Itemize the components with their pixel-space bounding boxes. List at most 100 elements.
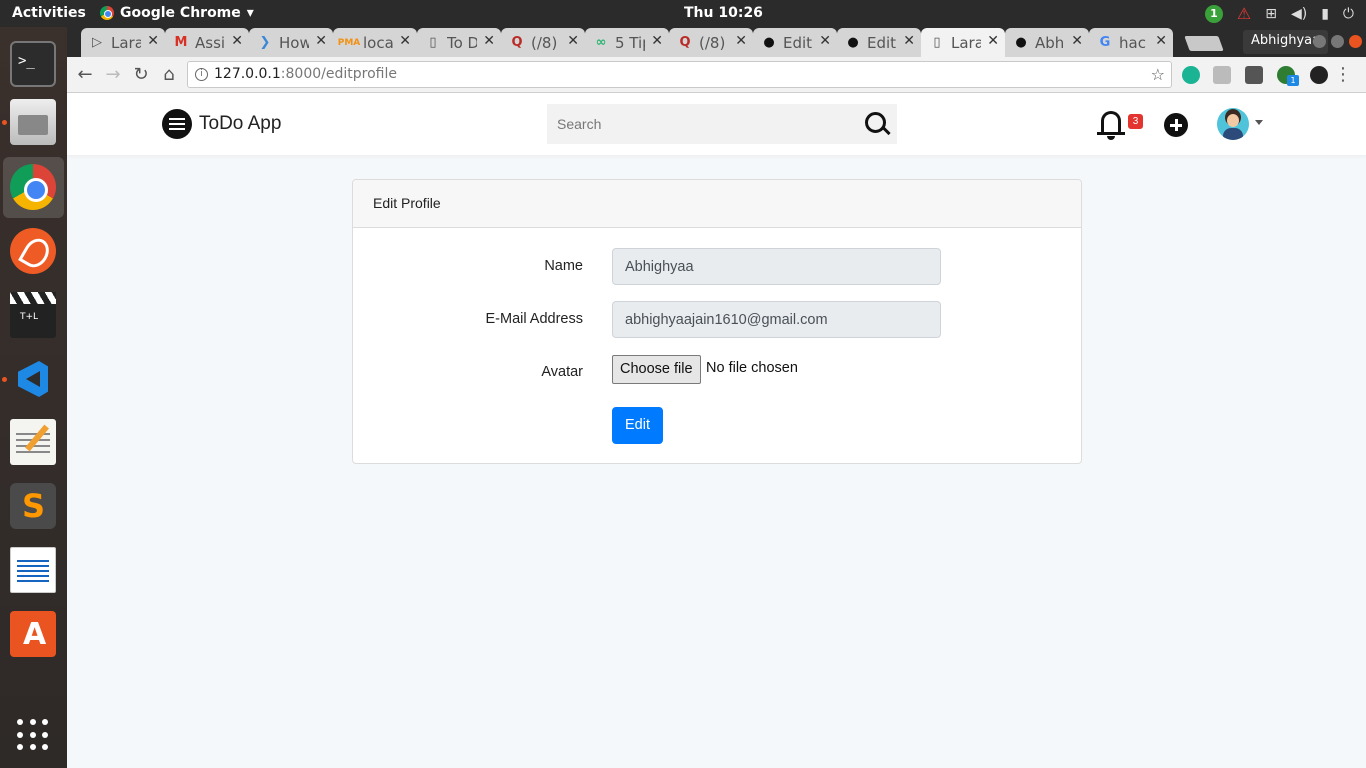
app-menu-label: Google Chrome [120, 5, 241, 21]
system-clock[interactable]: Thu 10:26 [684, 5, 763, 21]
show-applications-icon[interactable] [17, 719, 49, 751]
user-avatar[interactable] [1217, 108, 1249, 140]
browser-tab[interactable]: Q (/8) ✕ [669, 28, 753, 57]
close-tab-icon[interactable]: ✕ [315, 33, 327, 49]
browser-tab-active[interactable]: ▯ Lara ✕ [921, 28, 1005, 57]
search-icon[interactable] [863, 110, 891, 138]
caret-down-icon[interactable] [1255, 120, 1263, 125]
text-editor-icon[interactable] [10, 419, 56, 465]
terminal-icon[interactable]: >_ [10, 41, 56, 87]
app-navbar: ToDo App 3 [67, 93, 1366, 155]
tab-title: Edit [783, 33, 813, 52]
email-label: E-Mail Address [485, 311, 583, 327]
extension-m-icon[interactable] [1182, 66, 1200, 84]
update-indicator[interactable]: 1 [1204, 4, 1223, 23]
home-icon[interactable]: ⌂ [157, 63, 181, 87]
extension-chat-icon[interactable] [1310, 66, 1328, 84]
browser-tab[interactable]: ▯ To D ✕ [417, 28, 501, 57]
close-tab-icon[interactable]: ✕ [651, 33, 663, 49]
extension-badge: 1 [1287, 75, 1299, 86]
sublime-text-icon[interactable] [10, 483, 56, 529]
browser-tab[interactable]: ▷ Lara ✕ [81, 28, 165, 57]
browser-tab[interactable]: PMA loca ✕ [333, 28, 417, 57]
close-tab-icon[interactable]: ✕ [399, 33, 411, 49]
url-host: 127.0.0.1 [214, 66, 281, 82]
tab-title: Lara [951, 33, 981, 52]
bell-icon[interactable] [1097, 109, 1127, 141]
avatar-row: Avatar Choose file No file chosen [353, 354, 1083, 391]
browser-tab[interactable]: ● Edit ✕ [837, 28, 921, 57]
browser-tab[interactable]: ❯ How ✕ [249, 28, 333, 57]
battery-icon[interactable]: ▮ [1321, 6, 1329, 22]
volume-icon[interactable]: ◀) [1291, 6, 1307, 22]
card-title: Edit Profile [353, 180, 1081, 228]
maximize-icon[interactable] [1331, 35, 1344, 48]
name-field[interactable] [612, 248, 941, 285]
email-field[interactable] [612, 301, 941, 338]
notification-count-badge: 3 [1128, 114, 1143, 129]
power-icon[interactable]: ⏻ [1343, 6, 1354, 22]
browser-tab[interactable]: ● Edit ✕ [753, 28, 837, 57]
browser-toolbar: ← → ↻ ⌂ i 127.0.0.1:8000/editprofile ☆ 1… [67, 57, 1366, 93]
close-window-icon[interactable] [1349, 35, 1362, 48]
google-icon: G [1099, 35, 1111, 50]
app-menu[interactable]: Google Chrome ▾ [100, 5, 254, 21]
search-input[interactable] [547, 104, 847, 144]
laravel-icon: ▷ [92, 35, 102, 50]
hamburger-menu-icon[interactable] [162, 109, 192, 139]
close-tab-icon[interactable]: ✕ [903, 33, 915, 49]
address-bar[interactable]: i 127.0.0.1:8000/editprofile ☆ [187, 61, 1172, 88]
tab-title: Assi [195, 33, 225, 52]
edit-profile-card: Edit Profile Name E-Mail Address Avatar … [352, 179, 1082, 464]
bookmark-star-icon[interactable]: ☆ [1151, 62, 1165, 87]
close-tab-icon[interactable]: ✕ [819, 33, 831, 49]
browser-tab[interactable]: ∞ 5 Tip ✕ [585, 28, 669, 57]
close-tab-icon[interactable]: ✕ [735, 33, 747, 49]
site-info-icon[interactable]: i [195, 68, 208, 81]
close-tab-icon[interactable]: ✕ [147, 33, 159, 49]
choose-file-button[interactable]: Choose file [612, 355, 701, 384]
extension-mail-icon[interactable] [1213, 66, 1231, 84]
browser-tab-strip: ▷ Lara ✕ M Assi ✕ ❯ How ✕ PMA loca ✕ ▯ T… [67, 27, 1366, 57]
close-tab-icon[interactable]: ✕ [483, 33, 495, 49]
files-icon[interactable] [10, 99, 56, 145]
close-tab-icon[interactable]: ✕ [1071, 33, 1083, 49]
url-path: :8000/editprofile [280, 66, 397, 82]
software-center-icon[interactable] [10, 611, 56, 657]
add-task-icon[interactable] [1164, 113, 1188, 137]
close-tab-icon[interactable]: ✕ [987, 33, 999, 49]
close-tab-icon[interactable]: ✕ [1155, 33, 1167, 49]
tab-title: (/8) [531, 33, 558, 52]
page-icon: ▯ [429, 35, 437, 50]
browser-tab[interactable]: M Assi ✕ [165, 28, 249, 57]
tab-title: Edit [867, 33, 897, 52]
video-editor-icon[interactable] [10, 292, 56, 338]
extension-lightbulb-icon[interactable] [1245, 66, 1263, 84]
file-status-text: No file chosen [706, 360, 798, 376]
tab-title: How [279, 33, 309, 52]
tab-title: (/8) [699, 33, 726, 52]
postman-icon[interactable] [10, 228, 56, 274]
network-icon[interactable]: ⊞ [1265, 6, 1277, 22]
minimize-icon[interactable] [1313, 35, 1326, 48]
chrome-icon[interactable] [10, 164, 56, 210]
email-row: E-Mail Address [353, 301, 1083, 338]
warning-icon[interactable]: ⚠ [1237, 4, 1251, 23]
chevron-down-icon: ▾ [246, 5, 254, 21]
back-icon[interactable]: ← [73, 63, 97, 87]
chrome-menu-icon[interactable]: ⋮ [1334, 64, 1352, 85]
new-tab-button[interactable] [1184, 36, 1224, 51]
forward-icon[interactable]: → [101, 63, 125, 87]
gmail-icon: M [174, 35, 188, 50]
close-tab-icon[interactable]: ✕ [231, 33, 243, 49]
edit-submit-button[interactable]: Edit [612, 407, 663, 444]
vscode-icon[interactable] [10, 355, 56, 401]
reload-icon[interactable]: ↻ [129, 63, 153, 87]
browser-tab[interactable]: G hac ✕ [1089, 28, 1173, 57]
close-tab-icon[interactable]: ✕ [567, 33, 579, 49]
app-brand[interactable]: ToDo App [199, 113, 281, 135]
browser-tab[interactable]: Q (/8) ✕ [501, 28, 585, 57]
libreoffice-writer-icon[interactable] [10, 547, 56, 593]
activities-button[interactable]: Activities [12, 5, 86, 21]
browser-tab[interactable]: ● Abh ✕ [1005, 28, 1089, 57]
